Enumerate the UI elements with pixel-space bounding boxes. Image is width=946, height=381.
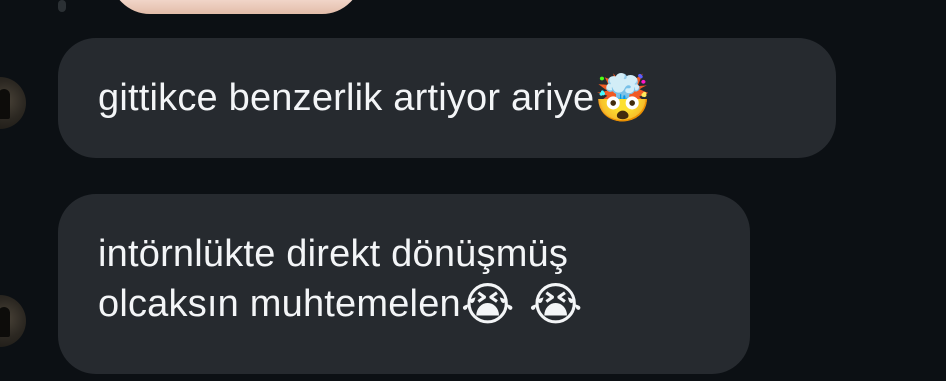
message-text-line-2: olcaksın muhtemelen xyxy=(98,283,461,325)
previous-image-message[interactable] xyxy=(110,0,362,14)
message-text-line-1: intörnlükte direkt dönüşmüş xyxy=(98,233,569,275)
scroll-indicator xyxy=(58,0,66,12)
message-bubble[interactable]: intörnlükte direkt dönüşmüş olcaksın muh… xyxy=(58,194,750,374)
message-bubble[interactable]: gittikce benzerlik artiyor ariye🤯 xyxy=(58,38,836,158)
message-text: gittikce benzerlik artiyor ariye xyxy=(98,77,595,119)
loudly-crying-face-emoji-icon: 😭 xyxy=(460,277,515,331)
sender-avatar[interactable] xyxy=(0,77,26,129)
avatar-figure xyxy=(0,307,10,337)
avatar-figure xyxy=(0,89,10,119)
loudly-crying-face-emoji-icon: 😭 xyxy=(528,277,583,331)
message-line: gittikce benzerlik artiyor ariye🤯 xyxy=(98,73,796,123)
message-line: olcaksın muhtemelen😭 😭 xyxy=(98,279,710,329)
exploding-head-emoji-icon: 🤯 xyxy=(594,71,652,125)
sender-avatar[interactable] xyxy=(0,295,26,347)
